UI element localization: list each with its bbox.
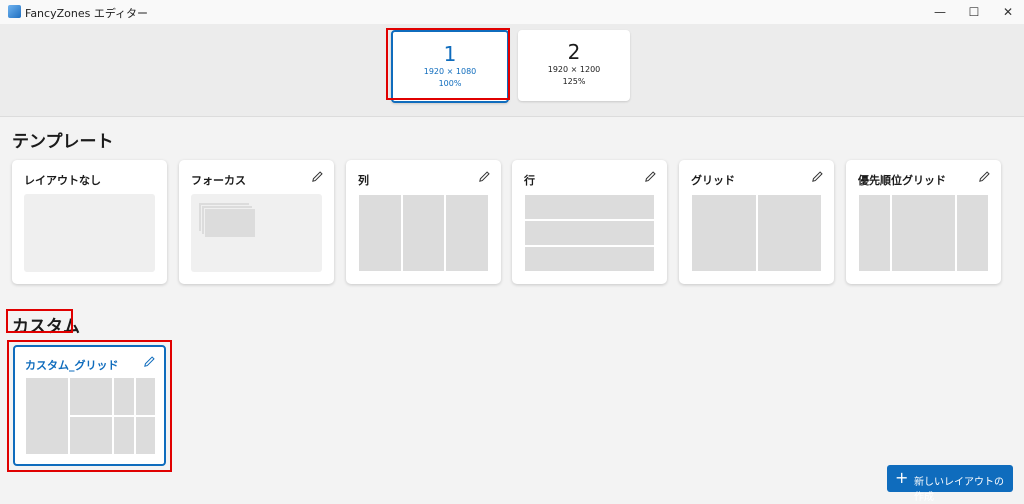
pencil-edit-icon[interactable] (978, 170, 991, 183)
maximize-button[interactable]: ☐ (958, 0, 990, 24)
template-card-rows[interactable]: 行 (512, 160, 667, 284)
layout-preview (858, 194, 989, 272)
layout-zone (691, 194, 757, 272)
highlight-box-custom-heading (6, 309, 73, 333)
highlight-box-custom-layout (7, 340, 172, 472)
title-bar: FancyZones エディター — ☐ ✕ (0, 0, 1024, 24)
layout-zone (524, 220, 655, 246)
template-card-priority-grid[interactable]: 優先順位グリッド (846, 160, 1001, 284)
layout-zone (891, 194, 956, 272)
template-name: 行 (524, 174, 535, 187)
plus-icon: + (895, 468, 909, 487)
highlight-box-monitor (386, 28, 510, 100)
monitor-resolution: 1920 × 1200 (547, 65, 601, 74)
layout-zone (757, 194, 822, 272)
template-card-focus[interactable]: フォーカス (179, 160, 334, 284)
layout-zone (858, 194, 891, 272)
window-title: FancyZones エディター (25, 7, 149, 20)
layout-zone (445, 194, 489, 272)
close-button[interactable]: ✕ (992, 0, 1024, 24)
layout-zone (402, 194, 445, 272)
create-new-layout-button[interactable]: + 新しいレイアウトの作成 (887, 465, 1013, 503)
layout-preview (691, 194, 822, 272)
templates-heading: テンプレート (12, 132, 114, 152)
create-new-layout-label: 新しいレイアウトの作成 (914, 477, 1004, 503)
monitor-number: 2 (567, 40, 581, 64)
monitor-selector: 1 1920 × 1080 100% 2 1920 × 1200 125% (0, 24, 1024, 117)
template-name: 優先順位グリッド (858, 174, 946, 187)
template-name: 列 (358, 174, 369, 187)
template-name: フォーカス (191, 174, 246, 187)
layout-preview (191, 194, 322, 272)
template-card-columns[interactable]: 列 (346, 160, 501, 284)
pencil-edit-icon[interactable] (311, 170, 324, 183)
layout-zone (358, 194, 402, 272)
layout-preview (24, 194, 155, 272)
monitor-scale: 125% (562, 77, 586, 86)
layout-preview (358, 194, 489, 272)
pencil-edit-icon[interactable] (644, 170, 657, 183)
layout-preview (524, 194, 655, 272)
layout-zone (24, 194, 155, 272)
template-card-none[interactable]: レイアウトなし (12, 160, 167, 284)
template-card-grid[interactable]: グリッド (679, 160, 834, 284)
minimize-button[interactable]: — (924, 0, 956, 24)
layout-zone (524, 246, 655, 272)
layout-zone (524, 194, 655, 220)
monitor-2-card[interactable]: 2 1920 × 1200 125% (518, 30, 630, 101)
pencil-edit-icon[interactable] (478, 170, 491, 183)
layout-zone (956, 194, 989, 272)
template-name: グリッド (691, 174, 735, 187)
pencil-edit-icon[interactable] (811, 170, 824, 183)
layout-zone (204, 208, 256, 238)
fancyzones-app-icon (8, 5, 21, 18)
template-name: レイアウトなし (24, 174, 101, 187)
